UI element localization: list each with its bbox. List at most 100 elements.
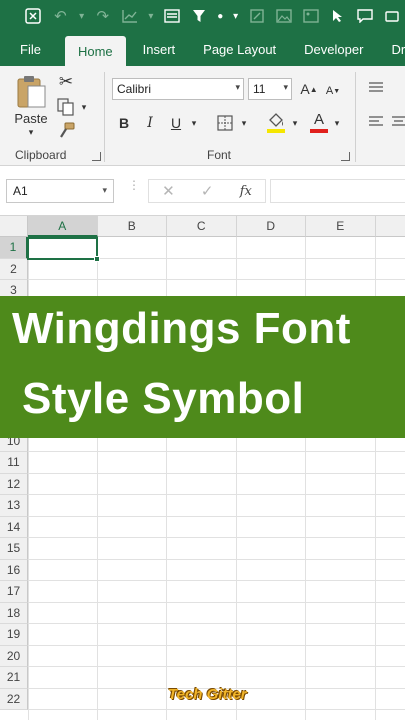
clipboard-group-label: Clipboard bbox=[15, 148, 67, 162]
italic-button[interactable]: I bbox=[139, 112, 161, 134]
grid-row-line bbox=[28, 644, 405, 646]
shrink-font-button[interactable]: A ▼ bbox=[322, 80, 344, 102]
row-header-14[interactable]: 14 bbox=[0, 516, 28, 538]
select-icon[interactable] bbox=[324, 0, 351, 32]
underline-dropdown-icon[interactable]: ▾ bbox=[188, 114, 200, 132]
paste-icon[interactable] bbox=[14, 72, 50, 110]
row-header-11[interactable]: 11 bbox=[0, 452, 28, 474]
column-header-c[interactable]: C bbox=[167, 216, 237, 237]
grid-row-line bbox=[28, 494, 405, 495]
watermark-logo: Tech Gitter bbox=[168, 686, 247, 703]
fill-color-dropdown-icon[interactable]: ▾ bbox=[289, 114, 301, 132]
image-icon[interactable] bbox=[270, 0, 297, 32]
font-group-label: Font bbox=[207, 148, 232, 162]
formula-input[interactable] bbox=[270, 179, 405, 203]
camera-icon[interactable] bbox=[378, 0, 405, 32]
borders-icon[interactable] bbox=[214, 112, 236, 134]
name-box-value: A1 bbox=[13, 184, 28, 198]
column-header-e[interactable]: E bbox=[306, 216, 376, 237]
borders-dropdown-icon[interactable]: ▾ bbox=[238, 114, 250, 132]
name-box[interactable]: A1 ▾ bbox=[6, 179, 114, 203]
format-painter-icon[interactable] bbox=[56, 121, 76, 141]
column-header-a[interactable]: A bbox=[28, 216, 98, 237]
row-header-20[interactable]: 20 bbox=[0, 645, 28, 667]
tab-insert[interactable]: Insert bbox=[126, 32, 192, 66]
tab-developer[interactable]: Developer bbox=[290, 32, 375, 66]
grow-font-button[interactable]: A ▲ bbox=[298, 78, 320, 100]
dropdown-icon[interactable]: ▾ bbox=[228, 0, 243, 32]
row-header-17[interactable]: 17 bbox=[0, 581, 28, 603]
comment-icon[interactable] bbox=[351, 0, 378, 32]
row-header-18[interactable]: 18 bbox=[0, 602, 28, 624]
paste-button[interactable]: Paste bbox=[14, 110, 48, 126]
font-color-swatch bbox=[310, 128, 328, 133]
fill-handle[interactable] bbox=[94, 256, 100, 262]
row-header-13[interactable]: 13 bbox=[0, 495, 28, 517]
chevron-down-icon: ▾ bbox=[283, 82, 288, 92]
font-size-value: 11 bbox=[253, 82, 266, 96]
filter-icon[interactable] bbox=[186, 0, 213, 32]
cancel-icon[interactable]: ✕ bbox=[162, 182, 175, 200]
fill-color-icon[interactable] bbox=[264, 110, 288, 134]
underline-button[interactable]: U bbox=[165, 112, 187, 134]
spreadsheet-grid[interactable]: A B C D E 1 2 3 10 11 12 13 14 15 16 17 18 19 20 21 22 bbox=[0, 216, 405, 720]
tab-file[interactable]: File bbox=[0, 32, 65, 66]
tab-draw[interactable]: Dra bbox=[375, 32, 405, 66]
copy-icon[interactable] bbox=[55, 97, 77, 117]
cut-icon[interactable]: ✂ bbox=[56, 72, 76, 92]
active-cell-a1[interactable] bbox=[27, 237, 100, 262]
row-header-1[interactable]: 1 bbox=[0, 237, 28, 259]
font-launcher-icon[interactable] bbox=[341, 152, 350, 161]
formula-bar-grip-icon[interactable]: ⋮ bbox=[128, 179, 140, 200]
grid-row-line bbox=[28, 623, 405, 624]
undo-dropdown-icon[interactable]: ▾ bbox=[74, 0, 89, 32]
column-header-d[interactable]: D bbox=[236, 216, 306, 237]
grid-row-line bbox=[28, 580, 405, 581]
bullet-icon[interactable]: ● bbox=[213, 0, 228, 32]
chart-icon[interactable] bbox=[116, 0, 143, 32]
enter-icon[interactable]: ✓ bbox=[201, 182, 214, 200]
row-header-12[interactable]: 12 bbox=[0, 473, 28, 495]
clipboard-launcher-icon[interactable] bbox=[92, 152, 101, 161]
font-color-dropdown-icon[interactable]: ▾ bbox=[331, 114, 343, 132]
redo-icon[interactable]: ↷ bbox=[89, 0, 116, 32]
chevron-down-icon: ▾ bbox=[102, 185, 107, 195]
undo-icon[interactable]: ↶ bbox=[47, 0, 74, 32]
row-header-15[interactable]: 15 bbox=[0, 538, 28, 560]
tab-home[interactable]: Home bbox=[64, 36, 126, 66]
grid-row-line bbox=[28, 709, 405, 710]
up-arrow-icon: ▲ bbox=[309, 84, 318, 94]
title-banner: Wingdings Font Style Symbol bbox=[0, 296, 405, 438]
group-separator bbox=[104, 72, 105, 162]
bold-button[interactable]: B bbox=[113, 112, 135, 134]
grid-row-line bbox=[28, 601, 405, 603]
copy-dropdown-icon[interactable]: ▾ bbox=[78, 99, 90, 115]
banner-title-line-2: Style Symbol bbox=[22, 374, 305, 423]
select-all-corner[interactable] bbox=[0, 216, 28, 237]
column-header-f[interactable] bbox=[375, 216, 405, 237]
align-left-icon[interactable] bbox=[366, 112, 386, 132]
insert-function-button[interactable]: fx bbox=[240, 184, 252, 199]
chart-dropdown-icon[interactable]: ▾ bbox=[143, 0, 158, 32]
row-header-2[interactable]: 2 bbox=[0, 258, 28, 280]
picture-icon[interactable] bbox=[297, 0, 324, 32]
font-name-combo[interactable]: Calibri ▾ bbox=[112, 78, 244, 100]
font-color-button[interactable]: A bbox=[308, 110, 330, 134]
grid-row-line bbox=[28, 451, 405, 452]
row-header-19[interactable]: 19 bbox=[0, 624, 28, 646]
column-header-b[interactable]: B bbox=[97, 216, 167, 237]
form-icon[interactable] bbox=[159, 0, 186, 32]
font-size-combo[interactable]: 11 ▾ bbox=[248, 78, 292, 100]
row-header-22[interactable]: 22 bbox=[0, 688, 28, 710]
row-header-16[interactable]: 16 bbox=[0, 559, 28, 581]
tab-page-layout[interactable]: Page Layout bbox=[191, 32, 290, 66]
formula-bar: A1 ▾ ⋮ ✕ ✓ fx bbox=[0, 166, 405, 216]
paste-dropdown-icon[interactable]: ▾ bbox=[24, 126, 38, 138]
font-color-label: A bbox=[313, 110, 324, 128]
excel-save-icon[interactable] bbox=[20, 0, 47, 32]
row-header-21[interactable]: 21 bbox=[0, 667, 28, 689]
format-icon[interactable] bbox=[243, 0, 270, 32]
align-center-icon[interactable] bbox=[390, 112, 405, 132]
align-top-icon[interactable] bbox=[366, 78, 386, 98]
chevron-down-icon: ▾ bbox=[235, 82, 240, 92]
